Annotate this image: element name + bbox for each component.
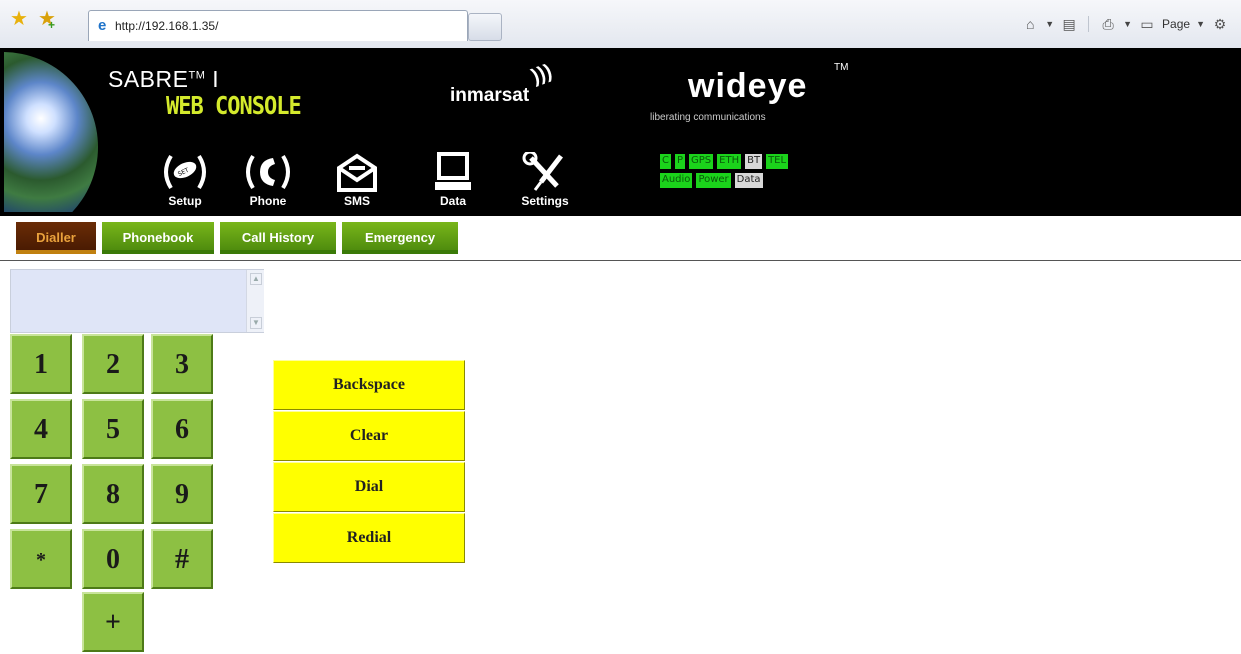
nav-phone-label: Phone: [249, 194, 287, 208]
key-6[interactable]: 6: [151, 399, 213, 459]
nav-phone[interactable]: Phone: [233, 152, 303, 212]
status-badge-c: C: [660, 154, 671, 169]
ie-page-icon: e: [98, 17, 107, 34]
tab-dialler[interactable]: Dialler: [16, 222, 96, 254]
nav-sms[interactable]: SMS: [322, 152, 392, 212]
product-suffix: I: [212, 66, 220, 92]
nav-sms-label: SMS: [343, 194, 370, 208]
status-badge-tel: TEL: [766, 154, 789, 169]
display-scrollbar[interactable]: ▲ ▼: [246, 270, 264, 332]
address-bar-url[interactable]: http://192.168.1.35/: [115, 19, 218, 33]
wrench-tools-icon: [522, 152, 563, 191]
browser-toolbar: ★ ★ + e http://192.168.1.35/ ⌂ ▼ ▤ ⎙ ▼ ▭ Pa…: [0, 0, 1241, 49]
scroll-down-icon[interactable]: ▼: [250, 317, 262, 329]
print-icon[interactable]: ⎙: [1099, 15, 1117, 33]
wideye-tm: TM: [834, 62, 849, 73]
page-dropdown-caret[interactable]: ▼: [1196, 19, 1205, 29]
wideye-tagline: liberating communications: [650, 112, 766, 123]
tab-phonebook[interactable]: Phonebook: [102, 222, 214, 254]
home-dropdown-caret[interactable]: ▼: [1045, 19, 1054, 29]
status-badge-data: Data: [734, 173, 763, 188]
browser-tab[interactable]: e http://192.168.1.35/: [88, 10, 468, 41]
sms-envelope-icon: [337, 153, 377, 192]
inmarsat-logo: inmarsat: [450, 85, 530, 106]
key-7[interactable]: 7: [10, 464, 72, 524]
key-4[interactable]: 4: [10, 399, 72, 459]
add-favorites-icon[interactable]: ★ +: [38, 9, 56, 32]
setup-icon: SET: [164, 154, 206, 190]
key-0[interactable]: 0: [82, 529, 144, 589]
status-row: Audio Power Data: [660, 173, 860, 188]
command-bar: ⌂ ▼ ▤ ⎙ ▼ ▭ Page ▼ ⚙: [1021, 12, 1229, 36]
nav-settings-label: Settings: [521, 194, 569, 208]
page-icon: ▭: [1140, 16, 1154, 32]
phone-icon: [246, 154, 290, 190]
page-menu-button[interactable]: Page: [1162, 17, 1190, 31]
product-name: SABRETM I: [108, 66, 219, 93]
status-badge-p: P: [674, 154, 686, 169]
globe-image: [4, 52, 100, 212]
tools-gear-icon[interactable]: ⚙: [1211, 15, 1229, 33]
key-1[interactable]: 1: [10, 334, 72, 394]
new-tab-button[interactable]: [468, 13, 502, 41]
home-icon[interactable]: ⌂: [1021, 15, 1039, 33]
key-3[interactable]: 3: [151, 334, 213, 394]
status-badge-bt: BT: [745, 154, 763, 169]
number-display-input[interactable]: [10, 269, 264, 333]
nav-setup-label: Setup: [168, 194, 202, 208]
key-9[interactable]: 9: [151, 464, 213, 524]
print-dropdown-caret[interactable]: ▼: [1123, 19, 1132, 29]
feeds-icon[interactable]: ▤: [1060, 15, 1078, 33]
nav-data[interactable]: Data: [418, 152, 488, 212]
toolbar-divider: [1088, 16, 1090, 32]
key-plus[interactable]: +: [82, 592, 144, 652]
dial-button[interactable]: Dial: [273, 462, 465, 512]
status-row: C P GPS ETH BT TEL: [660, 154, 860, 169]
wideye-logo: wideye: [688, 67, 808, 105]
tab-emergency[interactable]: Emergency: [342, 222, 458, 254]
status-badge-eth: ETH: [717, 154, 742, 169]
computer-monitor-icon: [435, 152, 471, 190]
tab-bar: Dialler Phonebook Call History Emergency: [0, 216, 1241, 261]
nav-settings[interactable]: Settings: [510, 152, 580, 212]
key-5[interactable]: 5: [82, 399, 144, 459]
status-indicators: C P GPS ETH BT TEL Audio Power Data: [660, 154, 860, 192]
scroll-up-icon[interactable]: ▲: [250, 273, 262, 285]
key-2[interactable]: 2: [82, 334, 144, 394]
status-badge-gps: GPS: [689, 154, 714, 169]
key-star[interactable]: *: [10, 529, 72, 589]
favorites-star-icon[interactable]: ★: [10, 9, 28, 29]
web-console-title: WEB CONSOLE: [166, 92, 302, 121]
nav-data-label: Data: [439, 194, 466, 208]
nav-setup[interactable]: SET Setup: [150, 152, 220, 212]
product-tm: TM: [188, 69, 206, 82]
backspace-button[interactable]: Backspace: [273, 360, 465, 410]
key-8[interactable]: 8: [82, 464, 144, 524]
clear-button[interactable]: Clear: [273, 411, 465, 461]
status-badge-audio: Audio: [660, 173, 693, 188]
redial-button[interactable]: Redial: [273, 513, 465, 563]
status-badge-power: Power: [696, 173, 731, 188]
tab-call-history[interactable]: Call History: [220, 222, 336, 254]
key-hash[interactable]: #: [151, 529, 213, 589]
product-label: SABRE: [108, 66, 189, 92]
